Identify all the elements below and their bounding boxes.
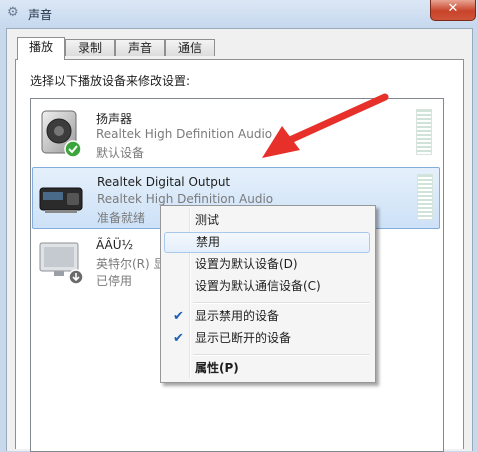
menu-item-label: 设置为默认设备(D) (195, 257, 298, 271)
title-bar: ⚙ 声音 ✕ (0, 0, 477, 28)
context-menu: 测试 禁用 设置为默认设备(D) 设置为默认通信设备(C) ✔ 显示禁用的设备 … (160, 205, 376, 383)
checkmark-icon: ✔ (173, 331, 184, 346)
device-description: Realtek High Definition Audio (97, 192, 274, 206)
tab-sounds[interactable]: 声音 (115, 39, 165, 56)
menu-item-label: 显示已断开的设备 (195, 331, 292, 345)
menu-item-set-default-comm[interactable]: 设置为默认通信设备(C) (164, 276, 370, 297)
menu-item-disable[interactable]: 禁用 (164, 232, 370, 253)
device-name: Realtek Digital Output (97, 175, 231, 189)
menu-item-properties[interactable]: 属性(P) (164, 358, 370, 379)
menu-separator (193, 354, 370, 356)
menu-item-set-default[interactable]: 设置为默认设备(D) (164, 254, 370, 275)
device-description: Realtek High Definition Audio (96, 127, 273, 141)
speaker-icon (38, 109, 84, 159)
menu-item-show-disabled[interactable]: ✔ 显示禁用的设备 (164, 306, 370, 327)
menu-item-label: 测试 (195, 213, 220, 227)
device-status: 准备就绪 (97, 211, 146, 225)
instruction-text: 选择以下播放设备来修改设置: (30, 74, 191, 88)
menu-separator (193, 302, 370, 304)
window-title: 声音 (28, 8, 53, 22)
close-button[interactable]: ✕ (430, 0, 476, 21)
digital-output-icon (39, 174, 85, 224)
volume-level-meter (416, 109, 432, 155)
device-status: 默认设备 (96, 146, 145, 160)
sound-icon: ⚙ (7, 5, 19, 20)
device-name: 扬声器 (96, 112, 133, 126)
checkmark-icon: ✔ (173, 309, 184, 324)
menu-item-label: 属性(P) (195, 361, 239, 375)
menu-item-label: 禁用 (196, 235, 221, 249)
tab-recording[interactable]: 录制 (65, 39, 115, 56)
tab-communications[interactable]: 通信 (165, 39, 215, 56)
device-name: ÃÂÜ½ (96, 238, 134, 252)
device-speakers[interactable]: 扬声器 Realtek High Definition Audio 默认设备 (32, 103, 438, 163)
menu-item-show-disconnected[interactable]: ✔ 显示已断开的设备 (164, 328, 370, 349)
volume-level-meter (417, 174, 433, 220)
monitor-icon (38, 237, 84, 287)
device-description: 英特尔(R) 显 (96, 257, 166, 271)
menu-item-test[interactable]: 测试 (164, 210, 370, 231)
menu-item-label: 显示禁用的设备 (195, 309, 280, 323)
tab-playback[interactable]: 播放 (17, 37, 65, 60)
device-status: 已停用 (96, 274, 133, 288)
menu-item-label: 设置为默认通信设备(C) (195, 279, 321, 293)
